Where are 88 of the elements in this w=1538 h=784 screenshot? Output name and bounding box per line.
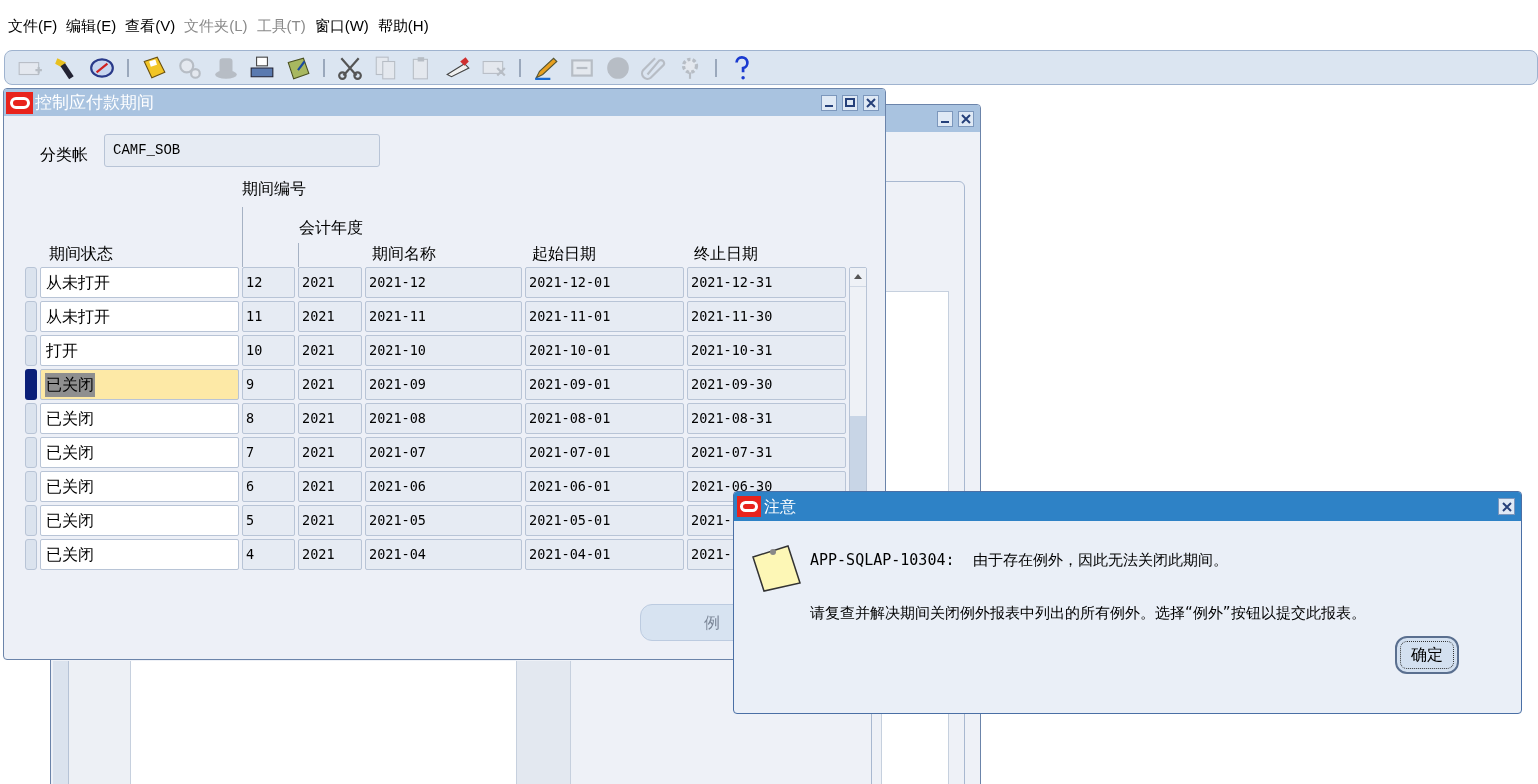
row-indicator[interactable] <box>25 505 37 536</box>
table-cell: 7 <box>242 437 295 468</box>
table-cell: 2021-07-31 <box>687 437 846 468</box>
minimize-icon[interactable] <box>937 110 953 127</box>
table-cell: 2021-11-30 <box>687 301 846 332</box>
row-indicator[interactable] <box>25 369 37 400</box>
status-field[interactable]: 打开 <box>40 335 239 366</box>
menu-item[interactable]: 帮助(H) <box>377 15 429 38</box>
scroll-thumb[interactable] <box>850 286 866 416</box>
table-cell: 2021-08-01 <box>525 403 684 434</box>
table-cell: 2021-07 <box>365 437 522 468</box>
message-text: 请复查并解决期间关闭例外报表中列出的所有例外。选择“例外”按钮以提交此报表。 <box>810 602 1366 624</box>
table-cell: 2021 <box>298 539 362 570</box>
table-cell: 2021-12-01 <box>525 267 684 298</box>
table-cell: 2021 <box>298 335 362 366</box>
note-icon <box>750 543 802 593</box>
close-icon[interactable] <box>863 94 879 111</box>
maximize-icon[interactable] <box>842 94 858 111</box>
table-cell: 2021-10-01 <box>525 335 684 366</box>
column-header: 起始日期 <box>531 244 597 264</box>
table-cell: 2021-09-30 <box>687 369 846 400</box>
column-header: 期间编号 <box>242 179 306 199</box>
table-cell: 2021-12-31 <box>687 267 846 298</box>
table-cell: 2021-10 <box>365 335 522 366</box>
table-cell: 10 <box>242 335 295 366</box>
close-icon[interactable] <box>958 110 974 127</box>
column-header: 终止日期 <box>693 244 759 264</box>
row-indicator[interactable] <box>25 539 37 570</box>
table-cell: 2021-07-01 <box>525 437 684 468</box>
menu-item[interactable]: 窗口(W) <box>314 15 369 38</box>
row-indicator[interactable] <box>25 437 37 468</box>
table-cell: 4 <box>242 539 295 570</box>
column-header: 会计年度 <box>299 218 363 238</box>
table-cell: 2021-05 <box>365 505 522 536</box>
scroll-up-icon[interactable] <box>850 268 866 286</box>
row-indicator[interactable] <box>25 471 37 502</box>
row-indicator[interactable] <box>25 335 37 366</box>
status-field[interactable]: 已关闭 <box>40 471 239 502</box>
status-field[interactable]: 已关闭 <box>40 539 239 570</box>
table-cell: 2021 <box>298 403 362 434</box>
table-cell: 2021-08 <box>365 403 522 434</box>
table-cell: 2021-12 <box>365 267 522 298</box>
table-cell: 5 <box>242 505 295 536</box>
menu-item[interactable]: 查看(V) <box>125 15 176 38</box>
table-cell: 8 <box>242 403 295 434</box>
table-cell: 2021-09-01 <box>525 369 684 400</box>
table-cell: 2021-04 <box>365 539 522 570</box>
status-field[interactable]: 已关闭 <box>40 369 239 400</box>
row-indicator[interactable] <box>25 403 37 434</box>
table-cell: 2021-04-01 <box>525 539 684 570</box>
menu-item[interactable]: 编辑(E) <box>66 15 117 38</box>
table-cell: 2021 <box>298 471 362 502</box>
minimize-icon[interactable] <box>821 94 837 111</box>
status-field[interactable]: 从未打开 <box>40 301 239 332</box>
status-field[interactable]: 从未打开 <box>40 267 239 298</box>
table-cell: 2021-08-31 <box>687 403 846 434</box>
status-field[interactable]: 已关闭 <box>40 403 239 434</box>
row-indicator[interactable] <box>25 301 37 332</box>
table-cell: 2021 <box>298 267 362 298</box>
table-cell: 2021-06-01 <box>525 471 684 502</box>
table-cell: 2021 <box>298 505 362 536</box>
window-title: 控制应付款期间 <box>35 91 154 114</box>
table-cell: 12 <box>242 267 295 298</box>
table-cell: 2021-11-01 <box>525 301 684 332</box>
ok-button[interactable]: 确定 <box>1395 636 1459 674</box>
table-cell: 2021-11 <box>365 301 522 332</box>
table-cell: 2021 <box>298 369 362 400</box>
table-cell: 9 <box>242 369 295 400</box>
table-cell: 2021-09 <box>365 369 522 400</box>
status-field[interactable]: 已关闭 <box>40 437 239 468</box>
table-cell: 2021-06 <box>365 471 522 502</box>
table-cell: 2021 <box>298 301 362 332</box>
table-cell: 2021-10-31 <box>687 335 846 366</box>
oracle-icon <box>737 496 761 517</box>
menu-item[interactable]: 文件(F) <box>8 15 58 38</box>
table-cell: 6 <box>242 471 295 502</box>
table-cell: 11 <box>242 301 295 332</box>
status-field[interactable]: 已关闭 <box>40 505 239 536</box>
row-indicator[interactable] <box>25 267 37 298</box>
field-label: 分类帐 <box>40 145 88 165</box>
table-cell: 2021 <box>298 437 362 468</box>
pencil-icon[interactable] <box>533 54 559 81</box>
close-icon[interactable] <box>1498 498 1515 515</box>
column-header: 期间状态 <box>48 244 114 264</box>
column-header: 期间名称 <box>371 244 437 264</box>
oracle-icon <box>6 91 33 114</box>
ledger-field[interactable]: CAMF_SOB <box>104 133 380 167</box>
table-cell: 2021-05-01 <box>525 505 684 536</box>
